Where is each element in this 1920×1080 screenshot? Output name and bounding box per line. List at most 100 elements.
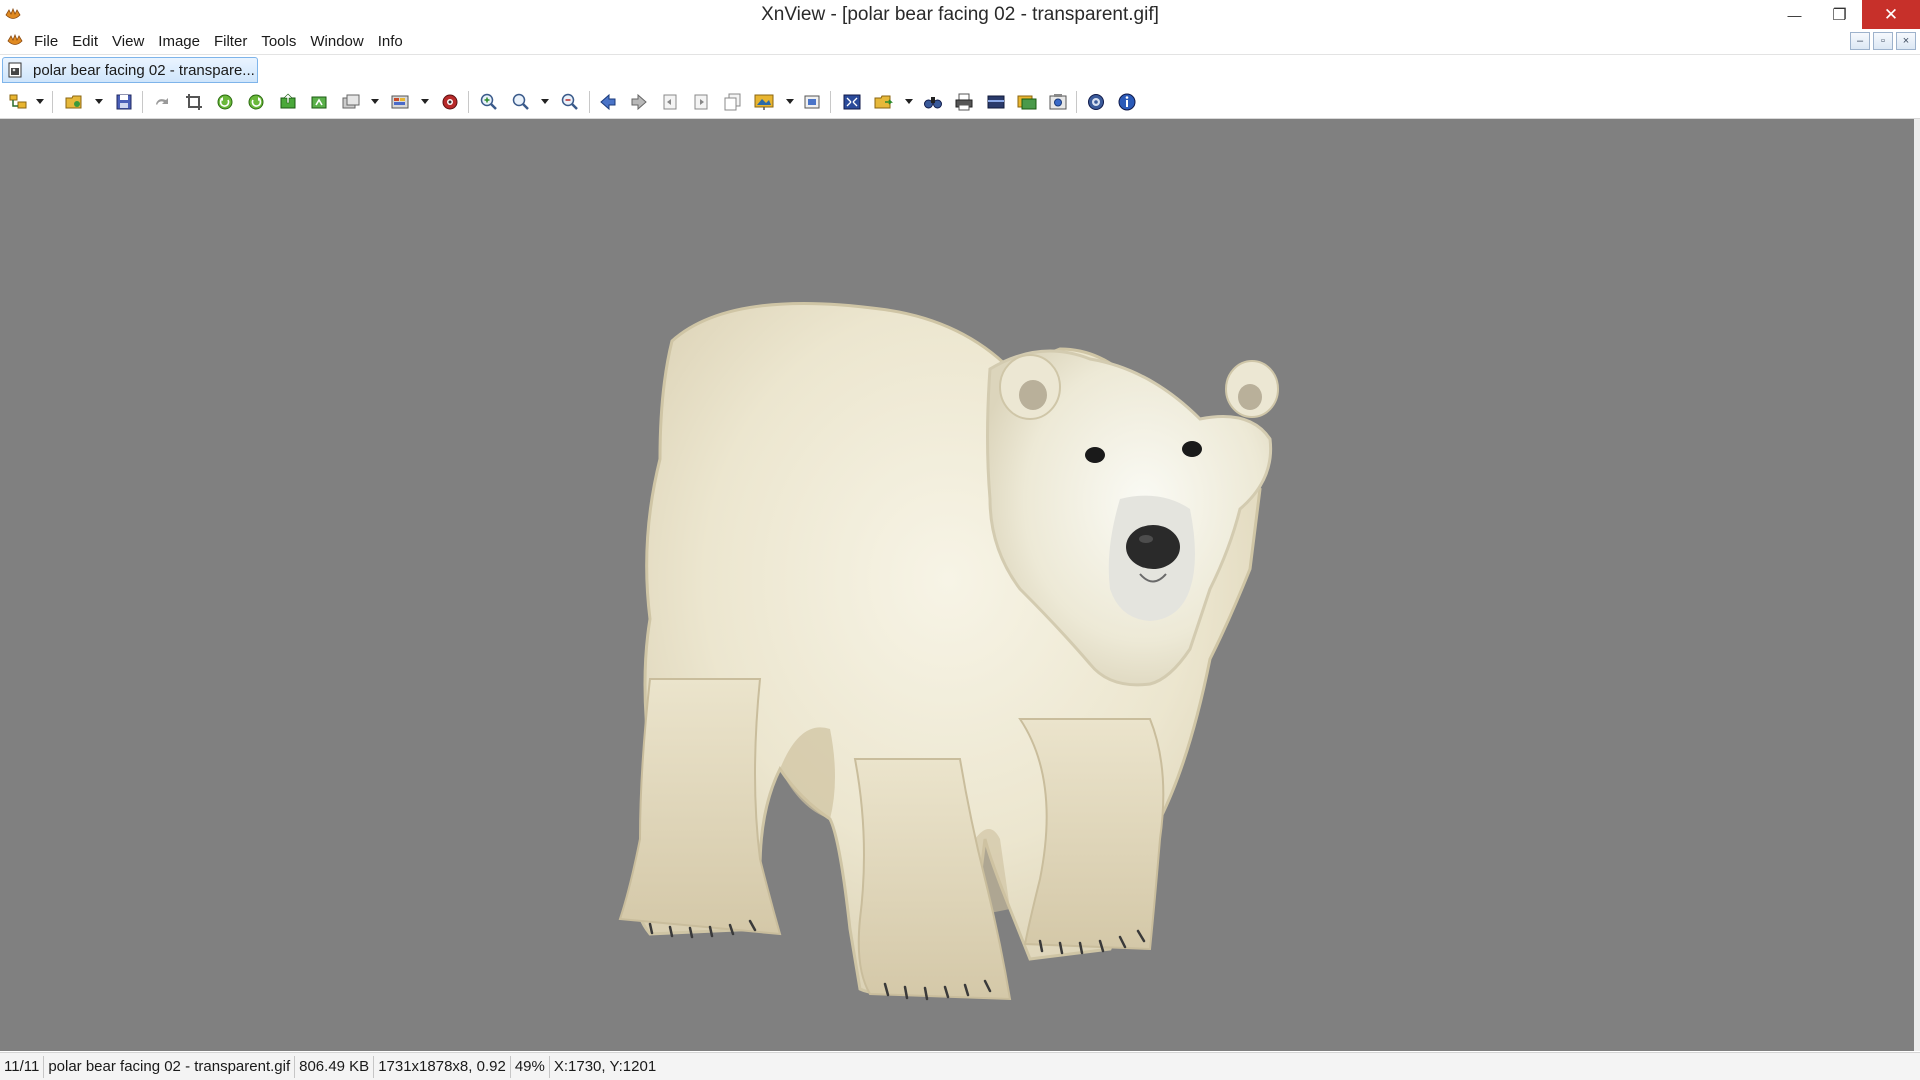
next-button[interactable] bbox=[627, 91, 651, 113]
undo-button[interactable] bbox=[150, 91, 174, 113]
open-button[interactable] bbox=[62, 91, 86, 113]
copy-to-button[interactable] bbox=[872, 91, 896, 113]
first-page-button[interactable] bbox=[658, 91, 682, 113]
menu-window[interactable]: Window bbox=[310, 33, 370, 50]
mdi-close-button[interactable]: × bbox=[1896, 32, 1916, 50]
menu-image[interactable]: Image bbox=[158, 33, 207, 50]
next-icon bbox=[631, 93, 647, 111]
mdi-minimize-icon: – bbox=[1856, 35, 1864, 47]
fullscreen-button[interactable] bbox=[840, 91, 864, 113]
convert-button[interactable] bbox=[339, 91, 363, 113]
system-menu-icon[interactable] bbox=[5, 32, 25, 50]
save-icon bbox=[116, 94, 132, 110]
menu-edit[interactable]: Edit bbox=[72, 33, 105, 50]
wallpaper-button[interactable] bbox=[1015, 91, 1039, 113]
browser-button[interactable] bbox=[6, 91, 30, 113]
toolbar-separator bbox=[52, 91, 53, 113]
rotate-left-icon bbox=[217, 94, 233, 110]
previous-button[interactable] bbox=[596, 91, 620, 113]
print-icon bbox=[955, 93, 973, 111]
find-button[interactable] bbox=[921, 91, 945, 113]
open-folder-icon bbox=[65, 95, 82, 109]
tab-image[interactable]: polar bear facing 02 - transpare... bbox=[2, 57, 258, 83]
red-eye-icon bbox=[442, 94, 458, 110]
screen-capture-button[interactable] bbox=[800, 91, 824, 113]
slideshow-dropdown-arrow[interactable] bbox=[786, 99, 794, 104]
color-adjust-button[interactable] bbox=[388, 91, 412, 113]
mdi-restore-button[interactable]: ▫ bbox=[1873, 32, 1893, 50]
tab-bar: polar bear facing 02 - transpare... bbox=[0, 55, 1920, 85]
restore-button[interactable]: ❐ bbox=[1817, 0, 1862, 29]
last-page-icon bbox=[694, 94, 708, 110]
fullscreen-icon bbox=[843, 94, 861, 110]
zoom-out-button[interactable] bbox=[558, 91, 582, 113]
mdi-close-icon: × bbox=[1902, 35, 1910, 47]
convert-icon bbox=[342, 94, 360, 109]
zoom-fit-icon bbox=[512, 93, 529, 110]
menu-info[interactable]: Info bbox=[378, 33, 410, 50]
rotate-left-button[interactable] bbox=[213, 91, 237, 113]
find-icon bbox=[924, 97, 942, 109]
toolbar-separator bbox=[142, 91, 143, 113]
menu-filter[interactable]: Filter bbox=[214, 33, 254, 50]
open-dropdown-arrow[interactable] bbox=[95, 99, 103, 104]
about-icon bbox=[1118, 93, 1136, 111]
menu-bar: File Edit View Image Filter Tools Window… bbox=[0, 29, 1920, 55]
toolbar-separator bbox=[830, 91, 831, 113]
status-dimensions: 1731x1878x8, 0.92 bbox=[374, 1056, 511, 1078]
scanner-button[interactable] bbox=[984, 91, 1008, 113]
slideshow-icon bbox=[754, 94, 774, 110]
menu-tools[interactable]: Tools bbox=[261, 33, 303, 50]
close-icon: ✕ bbox=[1883, 4, 1899, 24]
status-position: 11/11 bbox=[0, 1056, 45, 1078]
previous-icon bbox=[600, 93, 616, 111]
slideshow-button[interactable] bbox=[752, 91, 776, 113]
rotate-right-icon bbox=[248, 94, 264, 110]
screen-capture-icon bbox=[804, 95, 820, 109]
last-page-button[interactable] bbox=[689, 91, 713, 113]
toolbar bbox=[0, 86, 1920, 119]
webcam-button[interactable] bbox=[1046, 91, 1070, 113]
scanner-icon bbox=[987, 95, 1005, 109]
vertical-scrollbar[interactable] bbox=[1914, 119, 1920, 1051]
menu-view[interactable]: View bbox=[112, 33, 151, 50]
copy-to-icon bbox=[874, 95, 893, 109]
print-button[interactable] bbox=[952, 91, 976, 113]
save-button[interactable] bbox=[112, 91, 136, 113]
crop-button[interactable] bbox=[182, 91, 206, 113]
mdi-restore-icon: ▫ bbox=[1881, 35, 1885, 47]
restore-icon: ❐ bbox=[1832, 6, 1847, 24]
image-file-icon bbox=[8, 62, 22, 78]
red-eye-button[interactable] bbox=[438, 91, 462, 113]
webcam-icon bbox=[1049, 94, 1067, 110]
image-viewer[interactable] bbox=[0, 119, 1914, 1051]
multi-page-button[interactable] bbox=[720, 91, 744, 113]
zoom-dropdown-arrow[interactable] bbox=[541, 99, 549, 104]
settings-button[interactable] bbox=[1084, 91, 1108, 113]
convert-dropdown-arrow[interactable] bbox=[371, 99, 379, 104]
zoom-fit-button[interactable] bbox=[509, 91, 533, 113]
status-filesize: 806.49 KB bbox=[295, 1056, 375, 1078]
refresh-button[interactable] bbox=[307, 91, 331, 113]
export-icon bbox=[280, 93, 296, 109]
zoom-in-button[interactable] bbox=[477, 91, 501, 113]
wallpaper-icon bbox=[1017, 95, 1037, 110]
window-title: XnView - [polar bear facing 02 - transpa… bbox=[761, 4, 1159, 25]
crop-icon bbox=[186, 94, 202, 110]
menu-file[interactable]: File bbox=[34, 33, 65, 50]
color-dropdown-arrow[interactable] bbox=[421, 99, 429, 104]
tab-label: polar bear facing 02 - transpare... bbox=[33, 61, 255, 79]
browser-dropdown-arrow[interactable] bbox=[36, 99, 44, 104]
copy-to-dropdown-arrow[interactable] bbox=[905, 99, 913, 104]
about-button[interactable] bbox=[1115, 91, 1139, 113]
settings-icon bbox=[1088, 94, 1104, 110]
mdi-minimize-button[interactable]: – bbox=[1850, 32, 1870, 50]
status-filename: polar bear facing 02 - transparent.gif bbox=[44, 1056, 296, 1078]
export-button[interactable] bbox=[276, 91, 300, 113]
title-bar: XnView - [polar bear facing 02 - transpa… bbox=[0, 0, 1920, 29]
toolbar-separator bbox=[589, 91, 590, 113]
close-button[interactable]: ✕ bbox=[1862, 0, 1920, 29]
minimize-button[interactable]: — bbox=[1772, 0, 1817, 29]
rotate-right-button[interactable] bbox=[244, 91, 268, 113]
polar-bear-image bbox=[618, 301, 1279, 1001]
